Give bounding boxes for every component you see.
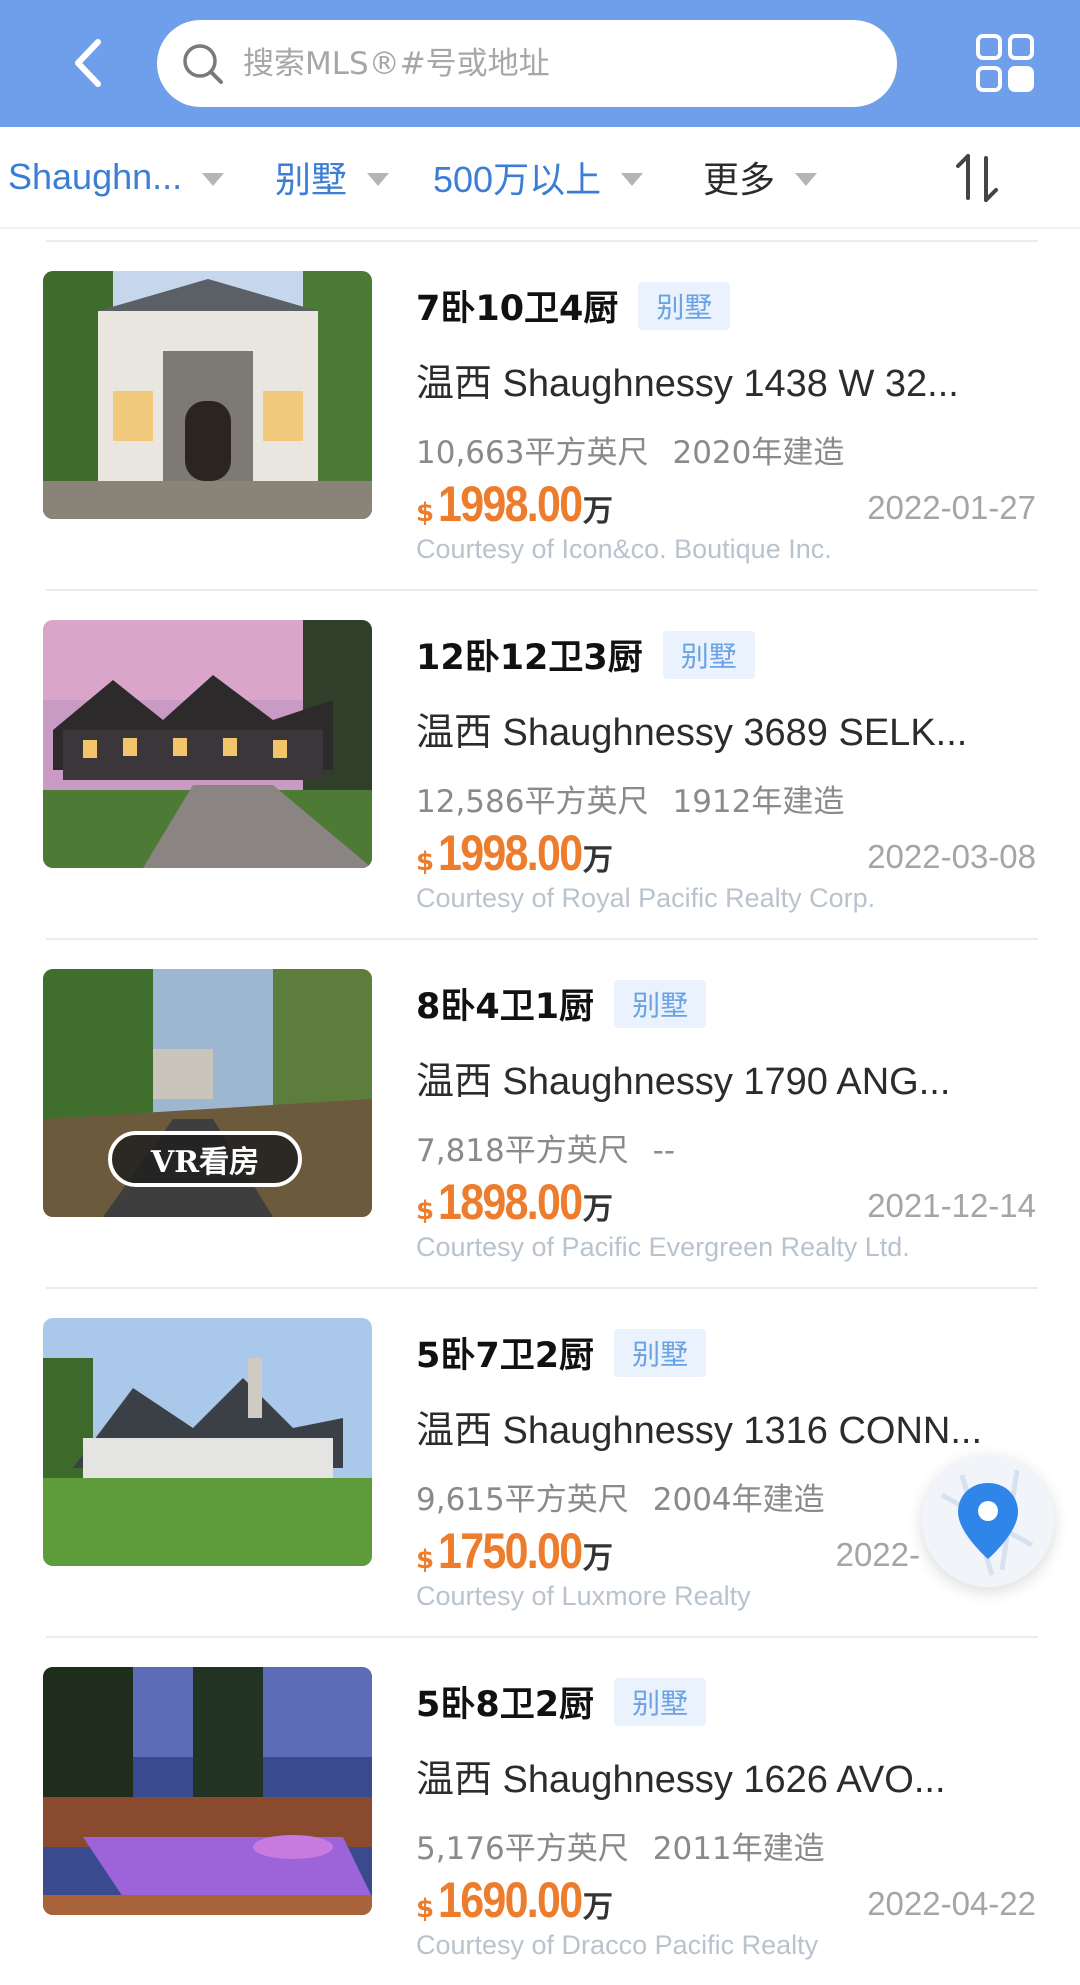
filter-area[interactable]: Shaughn... <box>8 127 225 227</box>
price-unit: 万 <box>582 1192 613 1227</box>
filter-type[interactable]: 别墅 <box>275 127 390 227</box>
top-bar <box>0 0 1080 127</box>
listing-courtesy: Courtesy of Royal Pacific Realty Corp. <box>416 883 876 913</box>
dropdown-triangle-icon <box>367 172 390 186</box>
map-view-button[interactable] <box>922 1455 1054 1587</box>
listing-built: 1912年建造 <box>672 784 845 820</box>
listing-rooms: 5卧8卫2厨 <box>416 1685 595 1725</box>
grid-view-icon <box>976 34 1034 92</box>
dropdown-triangle-icon <box>621 172 644 186</box>
house-photo <box>43 271 372 519</box>
price-unit: 万 <box>582 1541 613 1576</box>
listing-sqft: 9,615平方英尺 <box>416 1482 629 1518</box>
search-input[interactable] <box>241 44 897 83</box>
price-value: 1750.00 <box>438 1523 583 1579</box>
property-type-tag: 别墅 <box>662 630 755 679</box>
listing-sqft: 10,663平方英尺 <box>416 435 649 471</box>
back-arrow-icon <box>75 39 101 87</box>
sort-button[interactable] <box>955 152 999 204</box>
filter-bar: Shaughn... 别墅 500万以上 更多 <box>0 127 1080 229</box>
property-type-tag: 别墅 <box>614 1677 707 1726</box>
filter-price[interactable]: 500万以上 <box>433 127 644 227</box>
listing-address: 温西 Shaughnessy 1438 W 32... <box>416 363 959 405</box>
currency-symbol: $ <box>416 1196 435 1226</box>
house-photo <box>43 1667 372 1915</box>
listing-courtesy: Courtesy of Dracco Pacific Realty <box>416 1930 819 1960</box>
listing-address: 温西 Shaughnessy 1790 ANG... <box>416 1061 951 1103</box>
listing-address: 温西 Shaughnessy 1626 AVO... <box>416 1759 946 1801</box>
price-value: 1898.00 <box>438 1174 583 1230</box>
filter-type-label: 别墅 <box>275 159 348 200</box>
property-type-tag: 别墅 <box>614 979 707 1028</box>
listing-courtesy: Courtesy of Icon&co. Boutique Inc. <box>416 534 832 564</box>
house-photo <box>43 1318 372 1566</box>
listing-date: 2022-01-27 <box>867 489 1036 526</box>
listing-photo[interactable] <box>43 620 372 868</box>
listing-date: 2021-12-14 <box>867 1187 1036 1224</box>
listing-date: 2022- <box>835 1536 920 1573</box>
price-value: 1998.00 <box>438 476 583 532</box>
price-unit: 万 <box>582 494 613 529</box>
listing-price: $ 1750.00 万 <box>416 1522 613 1580</box>
house-photo <box>43 620 372 868</box>
listing-photo[interactable]: VR看房 <box>43 969 372 1217</box>
price-value: 1690.00 <box>438 1872 583 1928</box>
listing-sqft: 7,818平方英尺 <box>416 1133 629 1169</box>
listing-built: 2004年建造 <box>652 1482 825 1518</box>
price-unit: 万 <box>582 843 613 878</box>
listing-courtesy: Courtesy of Luxmore Realty <box>416 1581 751 1611</box>
currency-symbol: $ <box>416 1894 435 1924</box>
listing-rooms: 5卧7卫2厨 <box>416 1336 595 1376</box>
listing-price: $ 1898.00 万 <box>416 1173 613 1231</box>
filter-more-label: 更多 <box>703 159 776 200</box>
listing-built: 2011年建造 <box>652 1831 825 1867</box>
listing-sqft: 12,586平方英尺 <box>416 784 649 820</box>
listing-address: 温西 Shaughnessy 3689 SELK... <box>416 712 968 754</box>
listing-card[interactable]: VR看房 8卧4卫1厨 别墅 温西 Shaughnessy 1790 ANG..… <box>43 938 1038 1287</box>
listing-list: 7卧10卫4厨 别墅 温西 Shaughnessy 1438 W 32... 1… <box>0 240 1080 1985</box>
listing-photo[interactable] <box>43 1318 372 1566</box>
listing-courtesy: Courtesy of Pacific Evergreen Realty Ltd… <box>416 1232 910 1262</box>
listing-built: 2020年建造 <box>672 435 845 471</box>
back-button[interactable] <box>60 30 120 96</box>
property-type-tag: 别墅 <box>638 281 731 330</box>
property-type-tag: 别墅 <box>614 1328 707 1377</box>
currency-symbol: $ <box>416 1545 435 1575</box>
price-value: 1998.00 <box>438 825 583 881</box>
listing-built: -- <box>652 1133 676 1169</box>
map-pin-icon <box>940 1469 1034 1576</box>
listing-rooms: 8卧4卫1厨 <box>416 987 595 1027</box>
filter-more[interactable]: 更多 <box>703 127 818 227</box>
search-bar[interactable] <box>157 20 897 107</box>
listing-date: 2022-04-22 <box>867 1885 1036 1922</box>
dropdown-triangle-icon <box>202 172 225 186</box>
sort-icon <box>956 154 998 202</box>
filter-area-label: Shaughn... <box>8 156 183 197</box>
listing-card[interactable]: 12卧12卫3厨 别墅 温西 Shaughnessy 3689 SELK... … <box>43 589 1038 938</box>
listing-sqft: 5,176平方英尺 <box>416 1831 629 1867</box>
vr-badge[interactable]: VR看房 <box>108 1131 302 1187</box>
listing-price: $ 1998.00 万 <box>416 475 613 533</box>
listing-rooms: 7卧10卫4厨 <box>416 289 619 329</box>
filter-price-label: 500万以上 <box>433 159 602 200</box>
dropdown-triangle-icon <box>795 172 818 186</box>
listing-rooms: 12卧12卫3厨 <box>416 638 643 678</box>
listing-photo[interactable] <box>43 271 372 519</box>
listing-price: $ 1690.00 万 <box>416 1871 613 1929</box>
listing-price: $ 1998.00 万 <box>416 824 613 882</box>
currency-symbol: $ <box>416 498 435 528</box>
currency-symbol: $ <box>416 847 435 877</box>
search-icon <box>183 43 223 84</box>
listing-card[interactable]: 5卧8卫2厨 别墅 温西 Shaughnessy 1626 AVO... 5,1… <box>43 1636 1038 1985</box>
price-unit: 万 <box>582 1890 613 1925</box>
grid-view-button[interactable] <box>975 33 1035 93</box>
listing-date: 2022-03-08 <box>867 838 1036 875</box>
listing-address: 温西 Shaughnessy 1316 CONN... <box>416 1410 983 1452</box>
listing-card[interactable]: 5卧7卫2厨 别墅 温西 Shaughnessy 1316 CONN... 9,… <box>43 1287 1038 1636</box>
listing-card[interactable]: 7卧10卫4厨 别墅 温西 Shaughnessy 1438 W 32... 1… <box>43 240 1038 589</box>
listing-photo[interactable] <box>43 1667 372 1915</box>
